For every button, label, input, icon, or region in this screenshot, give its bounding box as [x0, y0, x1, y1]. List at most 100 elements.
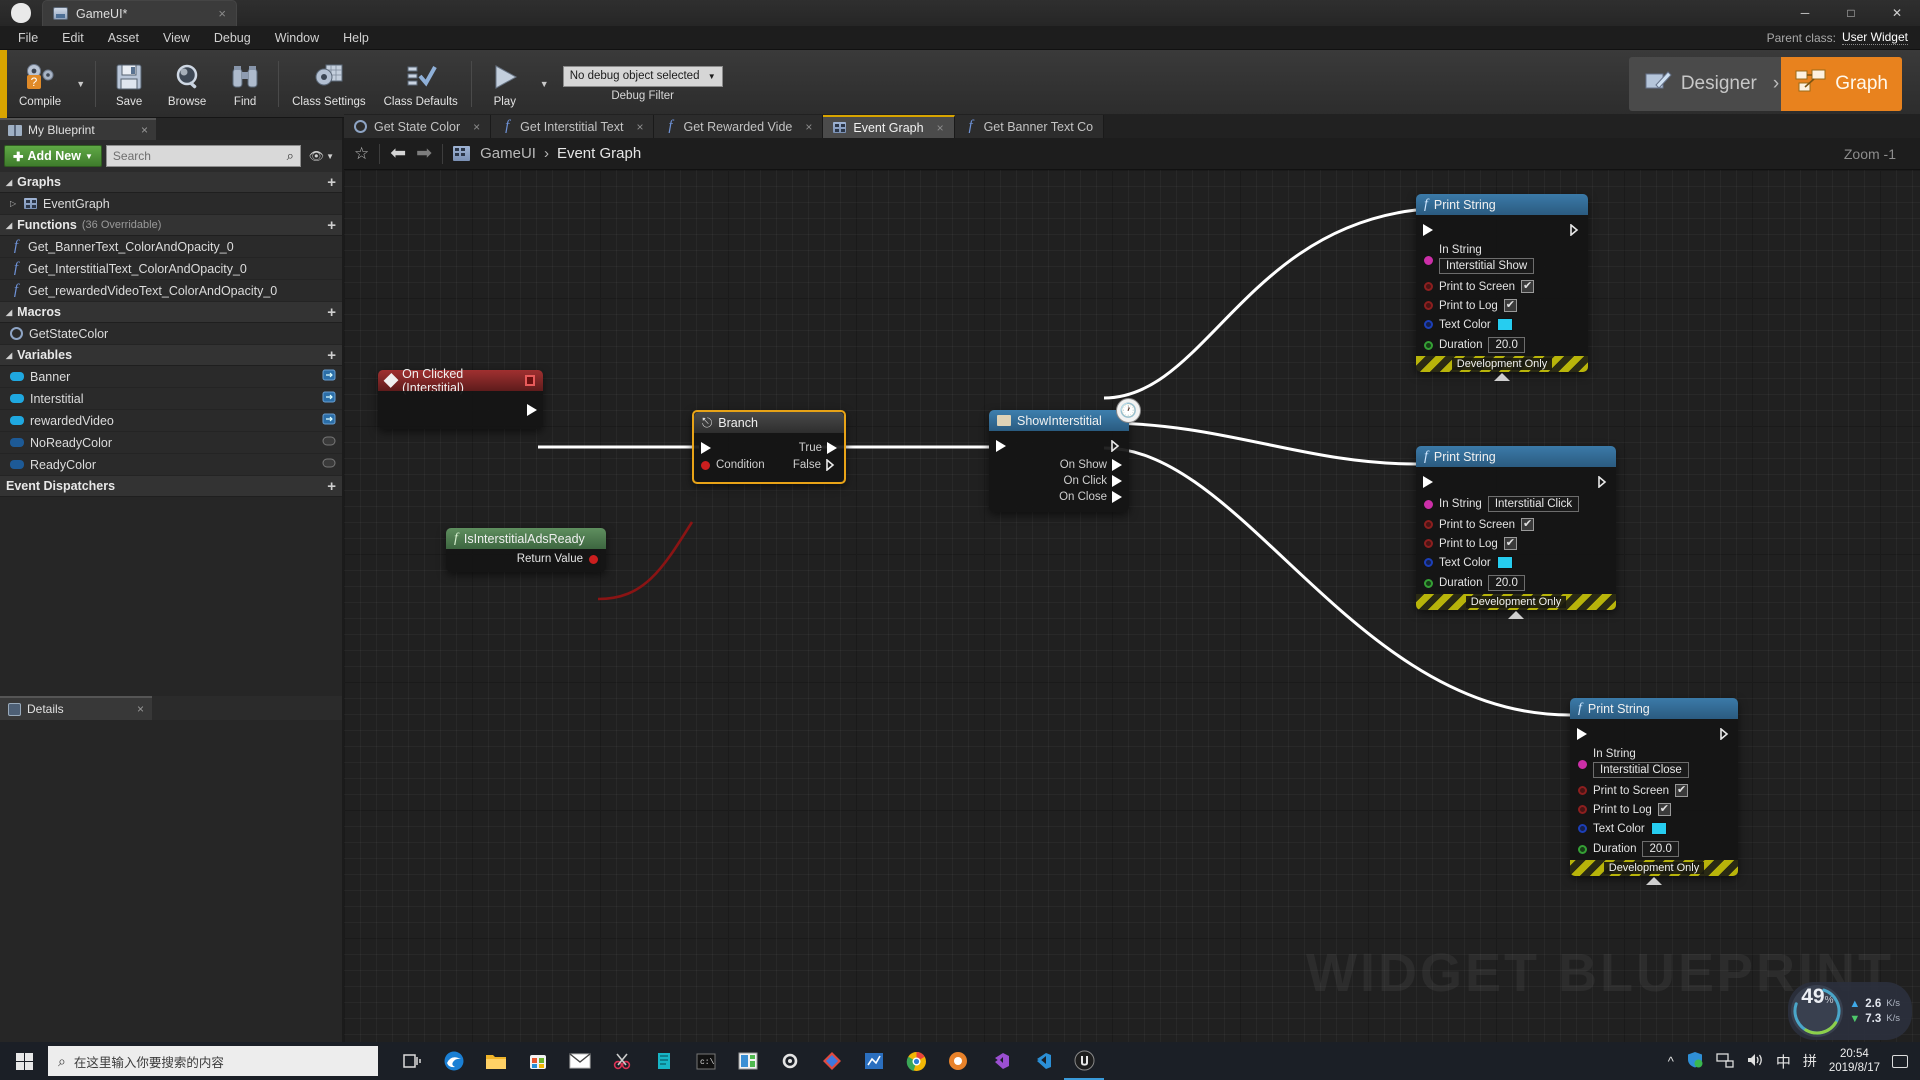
pin-exec-out[interactable] — [1111, 440, 1122, 452]
pin-exec-on-click[interactable] — [1112, 475, 1122, 487]
ime-mode-indicator[interactable]: 拼 — [1803, 1051, 1817, 1071]
list-item-variable-rewardedvideo[interactable]: rewardedVideo — [0, 410, 342, 432]
class-defaults-button[interactable]: Class Defaults — [375, 53, 467, 115]
node-is-interstitial-ads-ready[interactable]: f IsInterstitialAdsReady Return Value — [446, 528, 606, 572]
snip-icon[interactable] — [602, 1042, 642, 1080]
details-tab-close-icon[interactable]: × — [137, 702, 144, 716]
pin-exec-in[interactable] — [1423, 476, 1433, 488]
node-print-string-close[interactable]: f Print String In String Interstitial Cl… — [1570, 698, 1738, 885]
task-view-icon[interactable] — [392, 1042, 432, 1080]
pin-print-to-screen[interactable] — [1424, 282, 1433, 291]
start-button[interactable] — [0, 1042, 48, 1080]
print-to-log-checkbox[interactable]: ✔ — [1503, 299, 1517, 312]
list-item-variable-banner[interactable]: Banner — [0, 366, 342, 388]
tab-get-banner-text-color[interactable]: f Get Banner Text Co — [954, 115, 1105, 138]
designer-mode-button[interactable]: Designer — [1629, 57, 1771, 111]
in-string-input[interactable]: Interstitial Show — [1439, 258, 1535, 274]
text-color-swatch[interactable] — [1496, 556, 1513, 569]
chrome-icon[interactable] — [896, 1042, 936, 1080]
ime-language-indicator[interactable]: 中 — [1776, 1051, 1791, 1072]
print-to-log-checkbox[interactable]: ✔ — [1503, 537, 1517, 550]
pin-exec-on-close[interactable] — [1112, 491, 1122, 503]
pin-exec-on-show[interactable] — [1112, 459, 1122, 471]
section-header-macros[interactable]: ◢ Macros + — [0, 302, 342, 323]
network-icon[interactable] — [1716, 1052, 1734, 1071]
node-expand-arrow-icon[interactable] — [1508, 611, 1524, 619]
pin-text-color[interactable] — [1578, 824, 1587, 833]
console-icon[interactable]: c:\ — [686, 1042, 726, 1080]
menu-asset[interactable]: Asset — [96, 26, 151, 50]
find-button[interactable]: Find — [216, 53, 274, 115]
parent-class-value[interactable]: User Widget — [1841, 30, 1908, 45]
back-arrow-icon[interactable]: ⬅ — [390, 142, 406, 165]
list-item-macro-getstatecolor[interactable]: GetStateColor — [0, 323, 342, 345]
pin-in-string[interactable] — [1424, 256, 1433, 265]
menu-window[interactable]: Window — [263, 26, 331, 50]
tab-get-rewarded-video[interactable]: f Get Rewarded Vide × — [654, 115, 824, 138]
add-function-button[interactable]: + — [327, 217, 336, 234]
text-color-swatch[interactable] — [1496, 318, 1513, 331]
add-event-dispatcher-button[interactable]: + — [327, 478, 336, 495]
variable-visibility-icon[interactable] — [322, 391, 336, 406]
app-orange-icon[interactable] — [938, 1042, 978, 1080]
pin-exec-out[interactable] — [527, 404, 537, 416]
notification-icon[interactable] — [1892, 1054, 1908, 1068]
print-to-screen-checkbox[interactable]: ✔ — [1675, 784, 1689, 797]
document-tab-gameui[interactable]: GameUI* × — [42, 0, 237, 26]
app-teal-icon[interactable] — [644, 1042, 684, 1080]
menu-edit[interactable]: Edit — [50, 26, 96, 50]
graph-mode-button[interactable]: Graph — [1781, 56, 1902, 111]
taskbar-clock[interactable]: 20:54 2019/8/17 — [1829, 1047, 1880, 1075]
visibility-filter-button[interactable]: 👁 ▼ — [305, 149, 338, 163]
add-macro-button[interactable]: + — [327, 304, 336, 321]
forward-arrow-icon[interactable]: ➡ — [416, 142, 432, 165]
pin-in-string[interactable] — [1424, 499, 1433, 509]
breadcrumb-root[interactable]: GameUI — [480, 145, 536, 162]
in-string-input[interactable]: Interstitial Close — [1593, 762, 1689, 778]
node-expand-arrow-icon[interactable] — [1646, 877, 1662, 885]
list-item-variable-noreadycolor[interactable]: NoReadyColor — [0, 432, 342, 454]
tab-close-icon[interactable]: × — [473, 120, 480, 134]
pin-exec-out[interactable] — [1598, 476, 1609, 488]
security-icon[interactable] — [1686, 1051, 1704, 1072]
pin-print-to-log[interactable] — [1424, 301, 1433, 310]
pin-return-value[interactable] — [589, 554, 598, 564]
mail-icon[interactable] — [560, 1042, 600, 1080]
node-print-string-click[interactable]: f Print String In String Interstitial Cl… — [1416, 446, 1616, 619]
node-show-interstitial[interactable]: 🕐 ShowInterstitial On Show On Click On C… — [989, 398, 1141, 512]
menu-help[interactable]: Help — [331, 26, 381, 50]
debug-object-select[interactable]: No debug object selected ▼ — [562, 65, 723, 87]
file-explorer-icon[interactable] — [476, 1042, 516, 1080]
list-item-function-interstitial[interactable]: f Get_InterstitialText_ColorAndOpacity_0 — [0, 258, 342, 280]
app-blue-icon[interactable] — [854, 1042, 894, 1080]
node-on-clicked-interstitial[interactable]: On Clicked (Interstitial) — [378, 367, 543, 429]
variable-visibility-icon[interactable] — [322, 435, 336, 450]
pin-in-string[interactable] — [1578, 760, 1587, 769]
tab-close-icon[interactable]: × — [805, 120, 812, 134]
list-item-function-rewardedvideo[interactable]: f Get_rewardedVideoText_ColorAndOpacity_… — [0, 280, 342, 302]
tab-event-graph[interactable]: Event Graph × — [823, 115, 955, 138]
duration-input[interactable]: 20.0 — [1488, 575, 1525, 591]
pin-text-color[interactable] — [1424, 558, 1433, 567]
volume-icon[interactable] — [1746, 1052, 1764, 1071]
network-speed-widget[interactable]: 49 % ▲ 2.6 K/s ▼ 7.3 K/s — [1788, 982, 1912, 1040]
pin-exec-out[interactable] — [1570, 224, 1581, 236]
duration-input[interactable]: 20.0 — [1488, 337, 1525, 353]
blueprint-search-input[interactable]: Search ⌕ — [105, 145, 301, 167]
compile-dropdown-chevron-icon[interactable]: ▼ — [70, 79, 91, 89]
pin-text-color[interactable] — [1424, 320, 1433, 329]
edge-icon[interactable] — [434, 1042, 474, 1080]
close-button[interactable]: ✕ — [1874, 0, 1920, 26]
node-branch[interactable]: ⎋ Branch True Condition False — [692, 410, 846, 484]
tab-get-interstitial-text[interactable]: f Get Interstitial Text × — [491, 115, 655, 138]
bookmark-star-icon[interactable]: ☆ — [354, 144, 369, 164]
tab-get-state-color[interactable]: Get State Color × — [344, 115, 492, 138]
store-icon[interactable] — [518, 1042, 558, 1080]
list-item-variable-readycolor[interactable]: ReadyColor — [0, 454, 342, 476]
vscode-icon[interactable] — [1022, 1042, 1062, 1080]
document-tab-close-icon[interactable]: × — [218, 6, 226, 21]
section-header-event-dispatchers[interactable]: Event Dispatchers + — [0, 476, 342, 497]
duration-input[interactable]: 20.0 — [1642, 841, 1679, 857]
variable-visibility-icon[interactable] — [322, 413, 336, 428]
pin-print-to-log[interactable] — [1424, 539, 1433, 548]
